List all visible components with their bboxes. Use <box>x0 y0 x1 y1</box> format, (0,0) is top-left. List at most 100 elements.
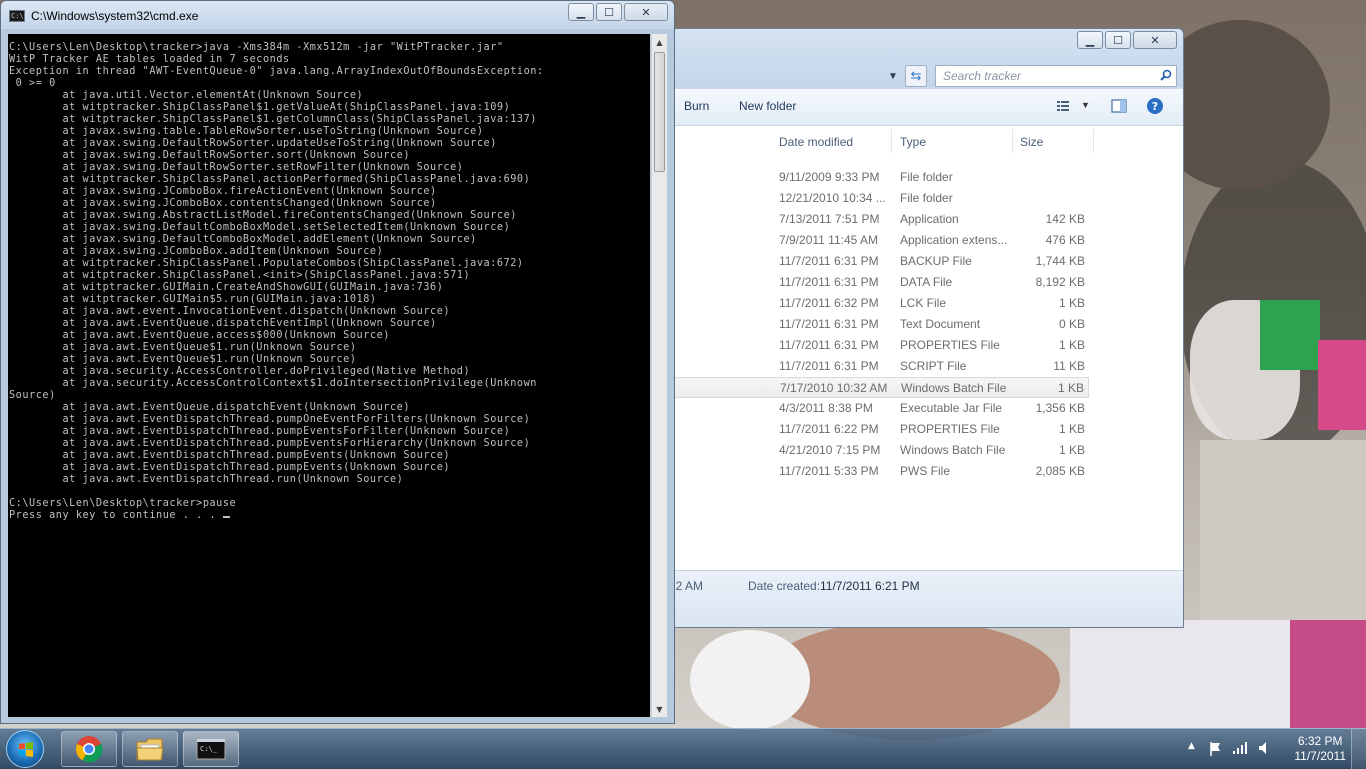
explorer-window[interactable]: ▁ ☐ ✕ ▼ ⇆ Search tracker Burn New folder… <box>668 28 1184 628</box>
volume-icon[interactable] <box>1258 741 1272 755</box>
row-size: 142 KB <box>1045 212 1085 226</box>
column-header-date-modified[interactable]: Date modified <box>779 135 853 161</box>
minimize-button[interactable]: ▁ <box>568 3 594 21</box>
taskbar-explorer-button[interactable] <box>122 731 178 767</box>
column-header-size[interactable]: Size <box>1020 135 1043 161</box>
wallpaper-shape <box>690 630 810 730</box>
text-cursor <box>222 516 230 518</box>
explorer-folder-icon <box>136 738 164 761</box>
column-header-type[interactable]: Type <box>900 135 926 161</box>
row-size: 1 KB <box>1058 443 1085 457</box>
row-date-modified: 7/13/2011 7:51 PM <box>779 212 880 226</box>
network-signal-icon[interactable] <box>1232 741 1248 755</box>
row-type: Windows Batch File <box>900 443 1006 457</box>
show-hidden-icons-icon[interactable]: ▲ <box>1188 741 1195 751</box>
details-created-value: 11/7/2011 6:21 PM <box>820 579 920 593</box>
scroll-up-arrow-icon[interactable]: ▲ <box>652 34 667 50</box>
close-button[interactable]: ✕ <box>1133 31 1177 49</box>
wallpaper-shape <box>1290 620 1366 728</box>
row-date-modified: 7/17/2010 10:32 AM <box>780 381 888 395</box>
table-row[interactable]: 11/7/2011 6:31 PM PROPERTIES File 1 KB <box>669 335 1089 356</box>
row-size: 2,085 KB <box>1035 464 1085 478</box>
table-row[interactable]: 11/7/2011 6:31 PM Text Document 0 KB <box>669 314 1089 335</box>
address-dropdown-button[interactable]: ▼ <box>885 67 901 85</box>
row-date-modified: 11/7/2011 6:31 PM <box>779 359 879 373</box>
table-row[interactable]: 11/7/2011 6:31 PM SCRIPT File 11 KB <box>669 356 1089 377</box>
explorer-titlebar[interactable]: ▁ ☐ ✕ ▼ ⇆ Search tracker <box>669 29 1183 87</box>
maximize-button[interactable]: ☐ <box>596 3 622 21</box>
row-type: Executable Jar File <box>900 401 1003 415</box>
show-desktop-button[interactable] <box>1351 729 1366 769</box>
row-date-modified: 7/9/2011 11:45 AM <box>779 233 878 247</box>
row-type: Application extens... <box>900 233 1008 247</box>
table-row[interactable]: 11/7/2011 6:31 PM DATA File 8,192 KB <box>669 272 1089 293</box>
row-size: 476 KB <box>1045 233 1085 247</box>
column-divider[interactable] <box>1012 129 1013 153</box>
row-type: LCK File <box>900 296 947 310</box>
scrollbar-thumb[interactable] <box>654 52 665 172</box>
column-divider[interactable] <box>1093 129 1094 153</box>
maximize-icon: ☐ <box>604 5 614 19</box>
table-row[interactable]: 11/7/2011 6:31 PM BACKUP File 1,744 KB <box>669 251 1089 272</box>
minimize-button[interactable]: ▁ <box>1077 31 1103 49</box>
row-type: DATA File <box>900 275 953 289</box>
clock[interactable]: 6:32 PM 11/7/2011 <box>1294 734 1346 764</box>
maximize-icon: ☐ <box>1113 33 1123 47</box>
cmd-icon: C:\_ <box>196 738 226 760</box>
view-options-icon[interactable] <box>1055 97 1073 115</box>
clock-date: 11/7/2011 <box>1294 749 1346 763</box>
row-date-modified: 11/7/2011 6:31 PM <box>779 317 879 331</box>
details-pane: 32 AM Date created: 11/7/2011 6:21 PM <box>669 570 1183 627</box>
console-output[interactable]: C:\Users\Len\Desktop\tracker>java -Xms38… <box>8 34 650 717</box>
row-date-modified: 11/7/2011 5:33 PM <box>779 464 879 478</box>
windows-logo-icon <box>19 742 33 757</box>
table-row[interactable]: 7/13/2011 7:51 PM Application 142 KB <box>669 209 1089 230</box>
table-row[interactable]: 4/21/2010 7:15 PM Windows Batch File 1 KB <box>669 440 1089 461</box>
column-divider[interactable] <box>891 129 892 153</box>
taskbar-cmd-button[interactable]: C:\_ <box>183 731 239 767</box>
cmd-titlebar[interactable]: C:\ C:\Windows\system32\cmd.exe ▁ ☐ ✕ <box>1 1 674 29</box>
table-row[interactable]: 11/7/2011 6:22 PM PROPERTIES File 1 KB <box>669 419 1089 440</box>
burn-button[interactable]: Burn <box>684 99 709 113</box>
table-row[interactable]: 12/21/2010 10:34 ... File folder <box>669 188 1089 209</box>
scroll-down-arrow-icon[interactable]: ▼ <box>652 701 667 717</box>
row-type: PROPERTIES File <box>900 422 1000 436</box>
search-input[interactable]: Search tracker <box>935 65 1177 87</box>
window-title: C:\Windows\system32\cmd.exe <box>31 9 199 23</box>
start-button[interactable] <box>6 730 44 768</box>
row-size: 11 KB <box>1053 359 1085 373</box>
minimize-icon: ▁ <box>1085 33 1095 47</box>
view-dropdown-chevron-icon[interactable]: ▼ <box>1081 100 1090 110</box>
wallpaper-shape <box>1318 340 1366 430</box>
cmd-window-controls: ▁ ☐ ✕ <box>568 3 668 21</box>
table-row[interactable]: 11/7/2011 5:33 PM PWS File 2,085 KB <box>669 461 1089 482</box>
console-text: C:\Users\Len\Desktop\tracker>java -Xms38… <box>9 42 544 521</box>
row-type: Text Document <box>900 317 981 331</box>
row-date-modified: 11/7/2011 6:22 PM <box>779 422 879 436</box>
search-icon[interactable] <box>1160 69 1172 81</box>
refresh-button[interactable]: ⇆ <box>905 65 927 87</box>
row-type: Windows Batch File <box>901 381 1007 395</box>
table-row[interactable]: 7/9/2011 11:45 AM Application extens... 47… <box>669 230 1089 251</box>
row-date-modified: 11/7/2011 6:31 PM <box>779 338 879 352</box>
cmd-window[interactable]: C:\ C:\Windows\system32\cmd.exe ▁ ☐ ✕ C:… <box>0 0 675 724</box>
action-center-flag-icon[interactable] <box>1208 741 1222 757</box>
vertical-scrollbar[interactable]: ▲ ▼ <box>651 34 667 717</box>
row-type: PROPERTIES File <box>900 338 1000 352</box>
file-list[interactable]: Date modified Type Size 9/11/2009 9:33 P… <box>669 126 1183 570</box>
table-row[interactable]: 4/3/2011 8:38 PM Executable Jar File 1,356… <box>669 398 1089 419</box>
table-row[interactable]: 9/11/2009 9:33 PM File folder <box>669 167 1089 188</box>
maximize-button[interactable]: ☐ <box>1105 31 1131 49</box>
preview-pane-icon[interactable] <box>1110 97 1128 115</box>
new-folder-button[interactable]: New folder <box>739 99 796 113</box>
row-size: 1,744 KB <box>1035 254 1085 268</box>
table-row[interactable]: 7/17/2010 10:32 AM Windows Batch File 1 KB <box>669 377 1089 398</box>
close-button[interactable]: ✕ <box>624 3 668 21</box>
table-row[interactable]: 11/7/2011 6:32 PM LCK File 1 KB <box>669 293 1089 314</box>
taskbar-chrome-button[interactable] <box>61 731 117 767</box>
close-icon: ✕ <box>641 5 651 19</box>
row-size: 8,192 KB <box>1035 275 1085 289</box>
help-icon[interactable]: ? <box>1146 97 1164 115</box>
system-tray: ▲ <box>1184 729 1279 769</box>
explorer-window-controls: ▁ ☐ ✕ <box>1077 31 1177 49</box>
